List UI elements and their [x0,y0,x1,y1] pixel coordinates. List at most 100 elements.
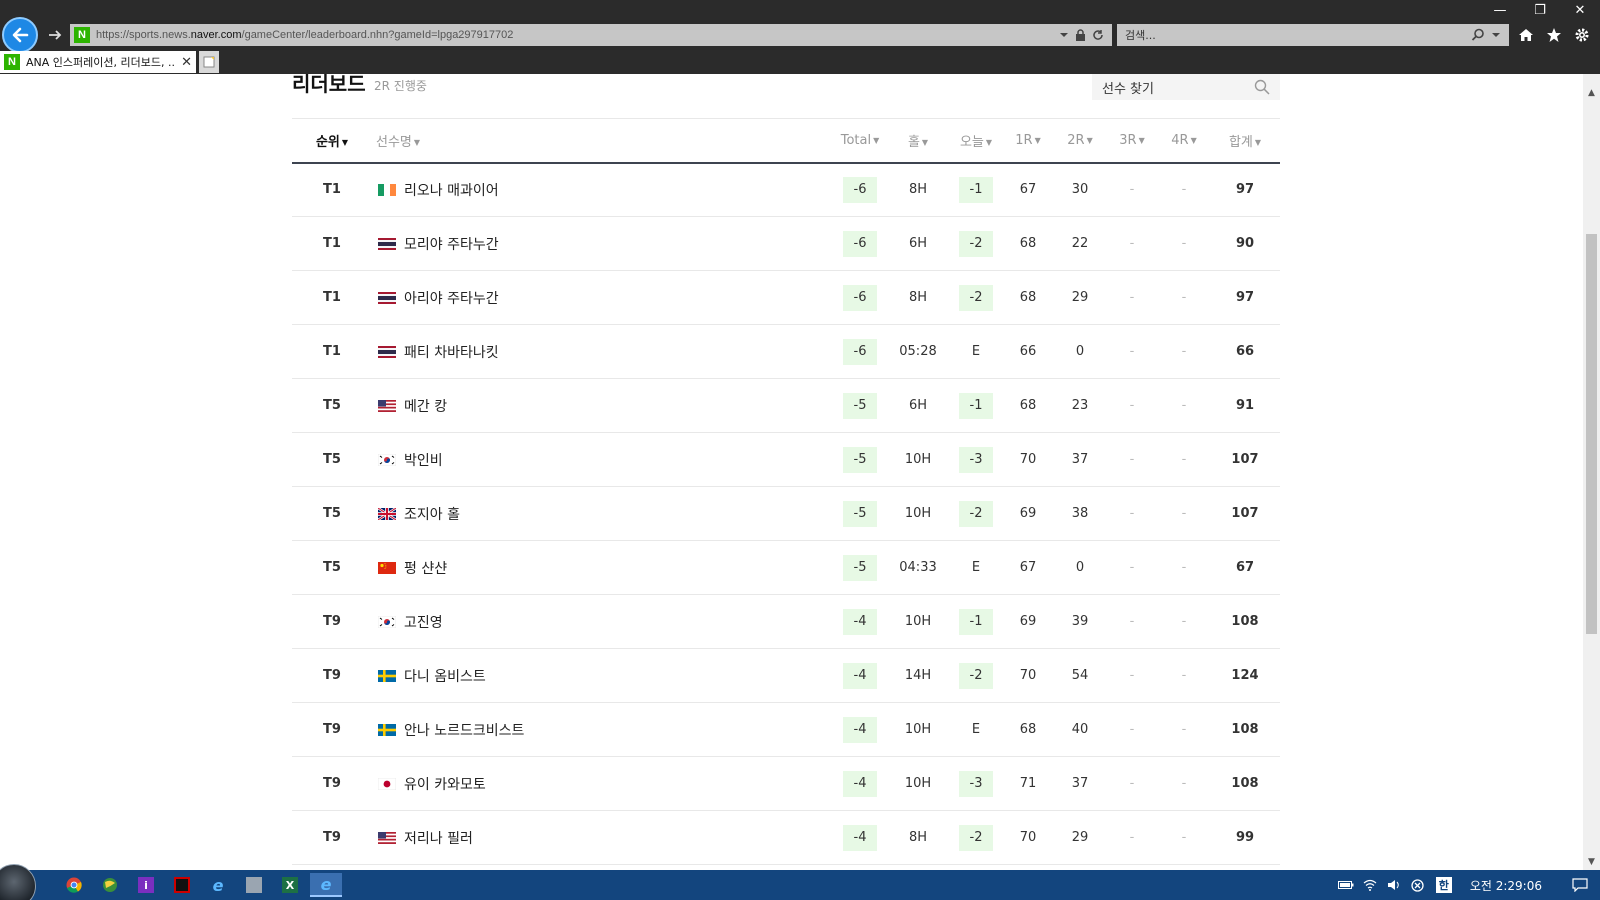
player-name[interactable]: 조지아 홀 [404,507,460,523]
col-today-header[interactable]: 오늘 ▼ [950,118,1002,164]
player-cell[interactable]: 박인비 [372,432,834,487]
player-name[interactable]: 패티 차바타나킷 [404,345,499,361]
dropdown-icon[interactable] [1059,30,1069,40]
player-name[interactable]: 고진영 [404,615,443,631]
player-name[interactable]: 리오나 매과이어 [404,183,499,199]
player-name[interactable]: 모리야 주타누간 [404,237,499,253]
taskbar-ie-icon[interactable]: e [202,873,234,897]
table-row[interactable]: T1 모리야 주타누간 -6 6H -2 68 22 - - 90 [292,216,1280,271]
sum-cell-value: 108 [1231,614,1259,629]
forward-button[interactable] [44,24,66,46]
search-icon[interactable] [1471,28,1485,42]
player-name[interactable]: 박인비 [404,453,443,469]
browser-search-box[interactable]: 검색... [1117,24,1509,46]
lock-icon[interactable] [1075,29,1086,41]
taskbar-red-app-icon[interactable] [166,873,198,897]
player-name[interactable]: 아리야 주타누간 [404,291,499,307]
player-search-input[interactable]: 선수 찾기 [1092,74,1280,100]
ime-indicator[interactable]: 한 [1435,877,1452,893]
search-icon[interactable] [1254,79,1270,95]
table-row[interactable]: T1 아리야 주타누간 -6 8H -2 68 29 - - 97 [292,270,1280,325]
taskbar-chrome-icon[interactable] [58,873,90,897]
taskbar-globe-icon[interactable] [94,873,126,897]
tab-close-icon[interactable]: ✕ [181,55,192,70]
player-name[interactable]: 유이 카와모토 [404,777,486,793]
player-cell[interactable]: 패티 차바타나킷 [372,324,834,379]
table-row[interactable]: T1 패티 차바타나킷 -6 05:28 E 66 0 - - 66 [292,324,1280,379]
r1-cell: 66 [1002,324,1054,379]
r4-cell-value: - [1181,182,1187,198]
today-cell: -3 [950,432,1002,487]
restore-icon[interactable]: ❐ [1520,0,1560,20]
hole-cell-value: 10H [904,452,932,467]
start-button[interactable] [0,864,36,900]
col-r3-header[interactable]: 3R ▼ [1106,118,1158,164]
blocked-icon[interactable] [1406,870,1430,900]
col-rank-header[interactable]: 순위 ▼ [292,118,372,164]
scroll-thumb[interactable] [1586,234,1597,634]
address-bar[interactable]: N https://sports.news.naver.com/gameCent… [70,24,1112,46]
table-row[interactable]: T5 메간 캉 -5 6H -1 68 23 - - 91 [292,378,1280,433]
player-cell[interactable]: 고진영 [372,594,834,649]
col-name-header[interactable]: 선수명 ▼ [372,118,834,164]
table-row[interactable]: T9 다니 옴비스트 -4 14H -2 70 54 - - 124 [292,648,1280,703]
favorites-star-icon[interactable] [1544,25,1564,45]
today-cell: -1 [950,162,1002,217]
taskbar-ie-active-icon[interactable]: e [310,873,342,897]
settings-gear-icon[interactable] [1572,25,1592,45]
player-name[interactable]: 메간 캉 [404,399,447,415]
new-tab-button[interactable] [199,51,219,73]
player-cell[interactable]: 유이 카와모토 [372,756,834,811]
col-r4-header[interactable]: 4R ▼ [1158,118,1210,164]
back-button[interactable] [2,17,38,53]
player-name[interactable]: 저리나 필러 [404,831,473,847]
table-row[interactable]: T9 유이 카와모토 -4 10H -3 71 37 - - 108 [292,756,1280,811]
table-row[interactable]: T1 리오나 매과이어 -6 8H -1 67 30 - - 97 [292,162,1280,217]
col-hole-header[interactable]: 홀 ▼ [886,118,950,164]
player-cell[interactable]: 조지아 홀 [372,486,834,541]
table-row[interactable]: T5 박인비 -5 10H -3 70 37 - - 107 [292,432,1280,487]
rank-cell: T9 [292,594,372,649]
browser-tab-active[interactable]: N ANA 인스퍼레이션, 리더보드, ... ✕ [0,51,196,73]
volume-icon[interactable] [1382,870,1406,900]
player-cell[interactable]: 리오나 매과이어 [372,162,834,217]
page-scrollbar[interactable]: ▲ ▼ [1583,74,1600,870]
taskbar-excel-icon[interactable]: X [274,873,306,897]
taskbar-file-icon[interactable] [238,873,270,897]
total-cell: -6 [834,216,886,271]
player-cell[interactable]: 안나 노르드크비스트 [372,702,834,757]
refresh-icon[interactable] [1092,29,1104,41]
col-r1-header[interactable]: 1R ▼ [1002,118,1054,164]
table-row[interactable]: T9 고진영 -4 10H -1 69 39 - - 108 [292,594,1280,649]
network-icon[interactable] [1358,870,1382,900]
action-center-icon[interactable] [1560,870,1600,900]
close-window-icon[interactable]: ✕ [1560,0,1600,20]
taskbar-clock[interactable]: 오전 2:29:06 [1470,877,1542,894]
col-sum-header[interactable]: 합계 ▼ [1210,118,1280,164]
search-dropdown-icon[interactable] [1491,30,1501,40]
table-row[interactable]: T9 안나 노르드크비스트 -4 10H E 68 40 - - 108 [292,702,1280,757]
player-name[interactable]: 펑 샨샨 [404,561,447,577]
player-cell[interactable]: 모리야 주타누간 [372,216,834,271]
player-cell[interactable]: 펑 샨샨 [372,540,834,595]
player-cell[interactable]: 저리나 필러 [372,810,834,865]
url-text[interactable]: https://sports.news.naver.com/gameCenter… [96,29,1059,41]
player-cell[interactable]: 메간 캉 [372,378,834,433]
table-row[interactable]: T5 조지아 홀 -5 10H -2 69 38 - - 107 [292,486,1280,541]
table-row[interactable]: T5 펑 샨샨 -5 04:33 E 67 0 - - 67 [292,540,1280,595]
player-name[interactable]: 다니 옴비스트 [404,669,486,685]
player-cell[interactable]: 아리야 주타누간 [372,270,834,325]
battery-icon[interactable] [1334,870,1358,900]
col-r2-header[interactable]: 2R ▼ [1054,118,1106,164]
minimize-icon[interactable]: — [1480,0,1520,20]
col-total-header[interactable]: Total ▼ [834,118,886,164]
today-cell: -2 [950,270,1002,325]
player-name[interactable]: 안나 노르드크비스트 [404,723,524,739]
scroll-up-icon[interactable]: ▲ [1583,84,1600,101]
player-cell[interactable]: 다니 옴비스트 [372,648,834,703]
home-icon[interactable] [1516,25,1536,45]
rank-cell: T5 [292,540,372,595]
scroll-down-icon[interactable]: ▼ [1583,853,1600,870]
table-row[interactable]: T9 저리나 필러 -4 8H -2 70 29 - - 99 [292,810,1280,865]
taskbar-info-icon[interactable]: i [130,873,162,897]
